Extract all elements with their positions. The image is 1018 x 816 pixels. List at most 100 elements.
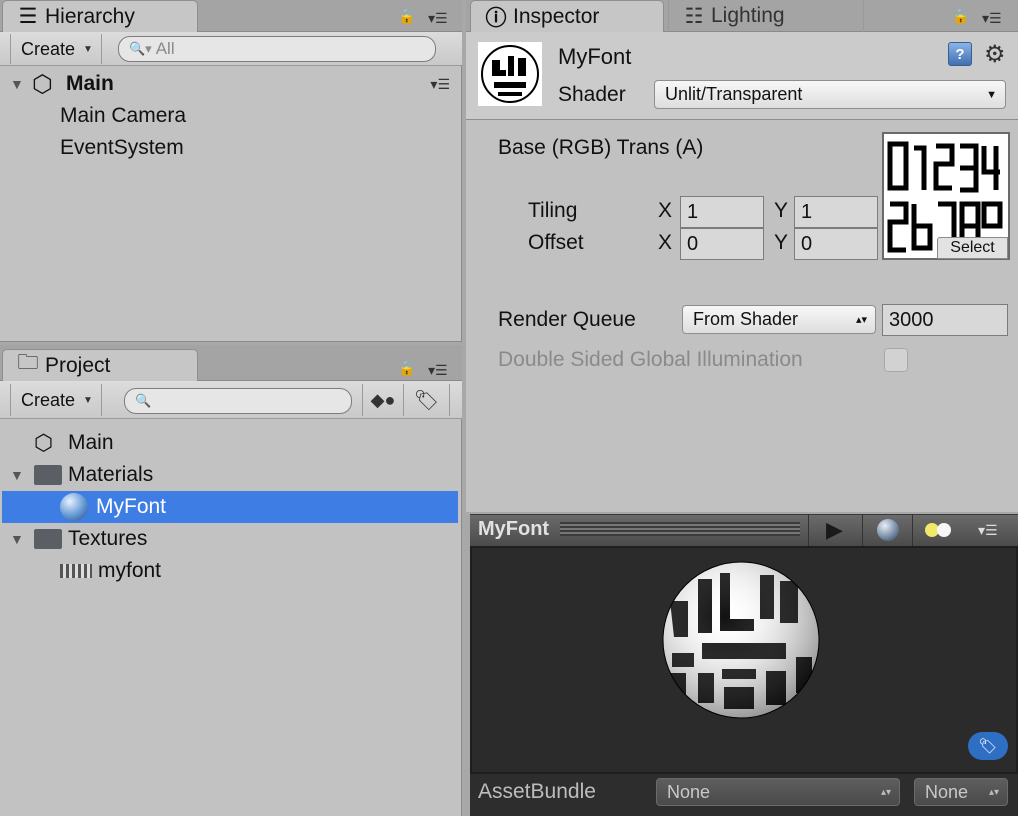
lock-icon[interactable]: 🔒 <box>952 8 969 25</box>
filter-type-icon: ◆● <box>370 389 396 410</box>
material-sphere-icon <box>60 493 88 521</box>
hierarchy-search-placeholder: All <box>155 39 175 58</box>
dropdown-arrow-icon: ▼ <box>83 43 93 55</box>
preview-play-button[interactable]: ▶ <box>808 514 860 546</box>
filter-by-type-button[interactable]: ◆● <box>362 384 404 416</box>
texture-select-button[interactable]: Select <box>937 237 1008 259</box>
tag-icon: 🏷 <box>413 389 440 412</box>
panel-menu-icon[interactable]: ▾☰ <box>428 362 448 379</box>
texture-thumb-icon <box>60 564 92 578</box>
shader-label: Shader <box>558 83 626 106</box>
panel-menu-icon[interactable]: ▾☰ <box>982 10 1002 27</box>
tab-project-label: Project <box>45 353 111 377</box>
project-create-button[interactable]: Create ▼ <box>10 384 102 416</box>
project-item-myfont-material[interactable]: MyFont <box>2 491 458 523</box>
tab-hierarchy-label: Hierarchy <box>45 4 135 28</box>
offset-x-field[interactable]: 0 <box>680 228 764 260</box>
offset-x-label: X <box>658 231 673 254</box>
stepper-arrows-icon: ▴▾ <box>880 786 891 798</box>
render-queue-label: Render Queue <box>498 308 636 331</box>
select-label: Select <box>950 239 995 256</box>
stepper-arrows-icon: ▴▾ <box>855 314 867 326</box>
preview-sphere <box>662 561 820 719</box>
assetbundle-variant-value: None <box>925 781 969 802</box>
lights-icon <box>924 523 951 537</box>
material-thumbnail <box>478 42 542 106</box>
tab-lighting[interactable]: ☷ Lighting <box>668 0 864 32</box>
scene-menu-icon[interactable]: ▾☰ <box>430 76 450 93</box>
assetbundle-label: AssetBundle <box>478 780 596 803</box>
assetbundle-variant-dropdown[interactable]: None ▴▾ <box>914 778 1008 806</box>
play-icon: ▶ <box>826 517 843 542</box>
double-sided-gi-checkbox[interactable] <box>884 348 908 372</box>
expand-triangle-icon[interactable]: ▼ <box>10 531 34 547</box>
render-queue-mode-dropdown[interactable]: From Shader ▴▾ <box>682 305 876 334</box>
tag-icon: 🏷 <box>978 738 998 755</box>
tiling-y-label: Y <box>774 199 789 222</box>
tiling-x-field[interactable]: 1 <box>680 196 764 228</box>
help-button[interactable]: ? <box>948 42 972 66</box>
preview-title: MyFont <box>478 518 550 540</box>
material-preview-sphere-icon <box>662 561 820 719</box>
material-name: MyFont <box>558 44 632 69</box>
shader-dropdown[interactable]: Unlit/Transparent ▼ <box>654 80 1006 109</box>
hierarchy-create-button[interactable]: Create ▼ <box>10 34 102 64</box>
project-create-label: Create <box>21 389 76 410</box>
panel-menu-icon[interactable]: ▾☰ <box>428 10 448 27</box>
tab-hierarchy[interactable]: ☰ Hierarchy <box>2 0 198 32</box>
hierarchy-item-label: Main Camera <box>60 104 187 127</box>
hierarchy-create-label: Create <box>21 38 76 59</box>
texture-property-label: Base (RGB) Trans (A) <box>498 136 704 159</box>
offset-label: Offset <box>528 231 584 254</box>
material-preview-thumb-icon <box>481 45 539 103</box>
render-queue-value-field[interactable]: 3000 <box>882 304 1008 336</box>
preview-mesh-button[interactable] <box>862 514 912 546</box>
tab-lighting-label: Lighting <box>711 4 785 27</box>
assetbundle-tag-button[interactable]: 🏷 <box>968 732 1008 760</box>
tiling-x-label: X <box>658 199 673 222</box>
hierarchy-item-label: EventSystem <box>60 136 184 159</box>
project-item-label: Main <box>68 431 114 454</box>
offset-y-field[interactable]: 0 <box>794 228 878 260</box>
search-icon: 🔍▾ <box>129 41 152 56</box>
project-item-label: Textures <box>68 527 148 550</box>
project-item-label: Materials <box>68 463 154 486</box>
preview-drag-handle[interactable] <box>560 522 800 536</box>
scene-row[interactable]: ▼ ⬡ Main ▾☰ <box>0 68 462 100</box>
expand-triangle-icon[interactable]: ▼ <box>10 76 32 92</box>
folder-icon <box>34 465 62 485</box>
assetbundle-name-dropdown[interactable]: None ▴▾ <box>656 778 900 806</box>
lock-icon[interactable]: 🔒 <box>398 360 415 377</box>
assetbundle-name-value: None <box>667 781 711 802</box>
info-icon: ⓘ <box>485 6 507 30</box>
expand-triangle-icon[interactable]: ▼ <box>10 467 34 483</box>
folder-tab-icon: 🗀 <box>17 351 39 374</box>
settings-gear-icon[interactable]: ⚙ <box>984 40 1006 69</box>
unity-scene-icon: ⬡ <box>32 70 53 98</box>
tab-inspector[interactable]: ⓘ Inspector <box>470 0 664 32</box>
preview-lights-button[interactable] <box>912 514 962 546</box>
help-icon: ? <box>955 45 965 63</box>
folder-icon <box>34 529 62 549</box>
tiling-label: Tiling <box>528 199 578 222</box>
filter-by-label-button[interactable]: 🏷 <box>404 384 450 416</box>
lock-icon[interactable]: 🔒 <box>398 8 415 25</box>
scene-name: Main <box>66 72 114 95</box>
hierarchy-search-input[interactable]: 🔍▾ All <box>118 36 436 62</box>
tab-inspector-label: Inspector <box>513 4 600 28</box>
tiling-y-field[interactable]: 1 <box>794 196 878 228</box>
unity-scene-icon: ⬡ <box>34 430 54 455</box>
double-sided-gi-label: Double Sided Global Illumination <box>498 348 803 371</box>
project-item-label: myfont <box>98 559 162 582</box>
project-search-input[interactable]: 🔍 <box>124 388 352 414</box>
tab-project[interactable]: 🗀 Project <box>2 349 198 381</box>
offset-y-label: Y <box>774 231 789 254</box>
shader-value: Unlit/Transparent <box>665 84 803 104</box>
stepper-arrows-icon: ▴▾ <box>988 786 999 798</box>
dropdown-arrow-icon: ▼ <box>986 88 997 101</box>
hierarchy-list-icon: ☰ <box>18 5 38 28</box>
render-queue-mode-value: From Shader <box>693 309 799 329</box>
preview-menu-icon[interactable]: ▾☰ <box>978 522 998 539</box>
search-icon: 🔍 <box>135 393 152 408</box>
lighting-sliders-icon: ☷ <box>684 4 704 28</box>
